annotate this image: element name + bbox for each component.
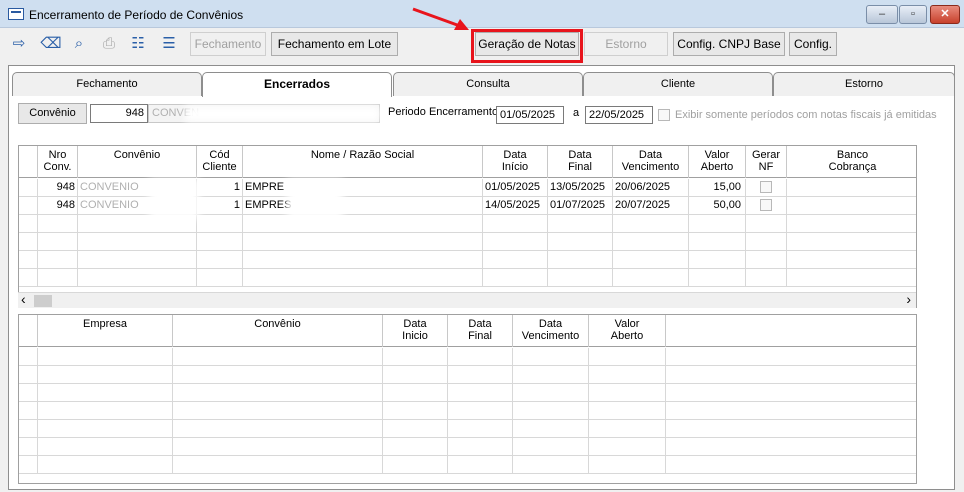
table-row[interactable] — [19, 269, 916, 287]
col-nro-conv: Nro Conv. — [38, 146, 78, 178]
data-fim-input[interactable]: 22/05/2025 — [585, 106, 653, 124]
exit-icon[interactable]: ⇨ — [8, 33, 30, 55]
print-icon[interactable]: ⎙ — [98, 33, 120, 55]
col-data-final: Data Final — [448, 315, 513, 347]
tab-fechamento[interactable]: Fechamento — [12, 72, 202, 96]
scroll-thumb[interactable] — [34, 295, 52, 307]
config-cnpj-button[interactable]: Config. CNPJ Base — [673, 32, 785, 56]
scroll-right-icon[interactable]: › — [906, 291, 911, 307]
title-bar: Encerramento de Período de Convênios ‒ ▫… — [0, 0, 964, 28]
config-button[interactable]: Config. — [789, 32, 837, 56]
grid-header: Nro Conv. Convênio Cód Cliente Nome / Ra… — [19, 146, 916, 178]
maximize-button[interactable]: ▫ — [899, 5, 927, 24]
tab-cliente[interactable]: Cliente — [583, 72, 773, 96]
table-row[interactable] — [19, 348, 916, 366]
col-data-inicio: Data Início — [483, 146, 548, 178]
col-data-vencimento: Data Vencimento — [513, 315, 589, 347]
list-check-icon[interactable]: ☷ — [127, 33, 149, 55]
convenio-button[interactable]: Convênio — [18, 103, 87, 124]
col-gerar-nf: Gerar NF — [746, 146, 787, 178]
table-row[interactable] — [19, 438, 916, 456]
convenio-code-input[interactable]: 948 — [90, 104, 148, 123]
col-convenio: Convênio — [78, 146, 197, 178]
col-convenio: Convênio — [173, 315, 383, 347]
cell-nome: EMPRES — [243, 197, 483, 214]
cell-vencimento: 20/06/2025 — [613, 179, 689, 196]
fechamento-button[interactable]: Fechamento — [190, 32, 266, 56]
cell-nro: 948 — [38, 197, 78, 214]
row-indicator-header — [19, 146, 38, 178]
a-label: a — [573, 107, 580, 119]
table-row[interactable] — [19, 251, 916, 269]
horizontal-scrollbar[interactable]: ‹ › — [18, 291, 916, 308]
tab-consulta[interactable]: Consulta — [393, 72, 583, 96]
highlight-box — [471, 29, 583, 63]
close-button[interactable]: ✕ — [930, 5, 960, 24]
cell-inicio: 01/05/2025 — [483, 179, 548, 196]
col-cod-cliente: Cód Cliente — [197, 146, 243, 178]
table-row[interactable] — [19, 420, 916, 438]
estorno-button[interactable]: Estorno — [584, 32, 668, 56]
col-data-inicio: Data Inicio — [383, 315, 448, 347]
col-data-vencimento: Data Vencimento — [613, 146, 689, 178]
cell-final: 01/07/2025 — [548, 197, 613, 214]
notas-emitidas-label: Exibir somente períodos com notas fiscai… — [675, 109, 937, 121]
tab-estorno[interactable]: Estorno — [773, 72, 955, 96]
table-row[interactable] — [19, 402, 916, 420]
col-valor-aberto: Valor Aberto — [689, 146, 746, 178]
cell-cod: 1 — [197, 179, 243, 196]
window-title: Encerramento de Período de Convênios — [29, 8, 244, 22]
minimize-button[interactable]: ‒ — [866, 5, 898, 24]
col-valor-aberto: Valor Aberto — [589, 315, 666, 347]
table-row[interactable] — [19, 366, 916, 384]
periodo-label: Periodo Encerramento — [388, 106, 499, 118]
fechamento-lote-button[interactable]: Fechamento em Lote — [271, 32, 398, 56]
scroll-left-icon[interactable]: ‹ — [21, 291, 26, 307]
cell-inicio: 14/05/2025 — [483, 197, 548, 214]
col-nome-razao: Nome / Razão Social — [243, 146, 483, 178]
notas-emitidas-checkbox[interactable] — [658, 109, 670, 121]
app-icon — [8, 8, 24, 20]
col-banco-cobranca: Banco Cobrança — [828, 149, 877, 173]
cell-valor: 15,00 — [689, 179, 746, 196]
data-inicio-input[interactable]: 01/05/2025 — [496, 106, 564, 124]
redaction-blur — [149, 179, 199, 219]
col-empresa: Empresa — [38, 315, 173, 347]
table-row[interactable] — [19, 384, 916, 402]
list-icon[interactable]: ☰ — [158, 33, 180, 55]
encerrados-grid: Nro Conv. Convênio Cód Cliente Nome / Ra… — [18, 145, 917, 308]
gerar-nf-checkbox[interactable] — [760, 199, 772, 211]
cell-vencimento: 20/07/2025 — [613, 197, 689, 214]
cell-nro: 948 — [38, 179, 78, 196]
cell-final: 13/05/2025 — [548, 179, 613, 196]
eraser-icon[interactable]: ⌫ — [40, 33, 62, 55]
table-row[interactable] — [19, 233, 916, 251]
redaction-blur — [287, 179, 343, 219]
search-icon[interactable]: ⌕ — [68, 33, 90, 55]
tab-encerrados[interactable]: Encerrados — [202, 72, 392, 97]
cell-nome: EMPRE — [243, 179, 483, 196]
grid-header: Empresa Convênio Data Inicio Data Final … — [19, 315, 916, 347]
cell-cod: 1 — [197, 197, 243, 214]
table-row[interactable] — [19, 456, 916, 474]
annotation-arrow — [412, 7, 469, 30]
detail-grid: Empresa Convênio Data Inicio Data Final … — [18, 314, 917, 484]
gerar-nf-checkbox[interactable] — [760, 181, 772, 193]
cell-valor: 50,00 — [689, 197, 746, 214]
redaction-blur — [185, 106, 380, 122]
col-data-final: Data Final — [548, 146, 613, 178]
